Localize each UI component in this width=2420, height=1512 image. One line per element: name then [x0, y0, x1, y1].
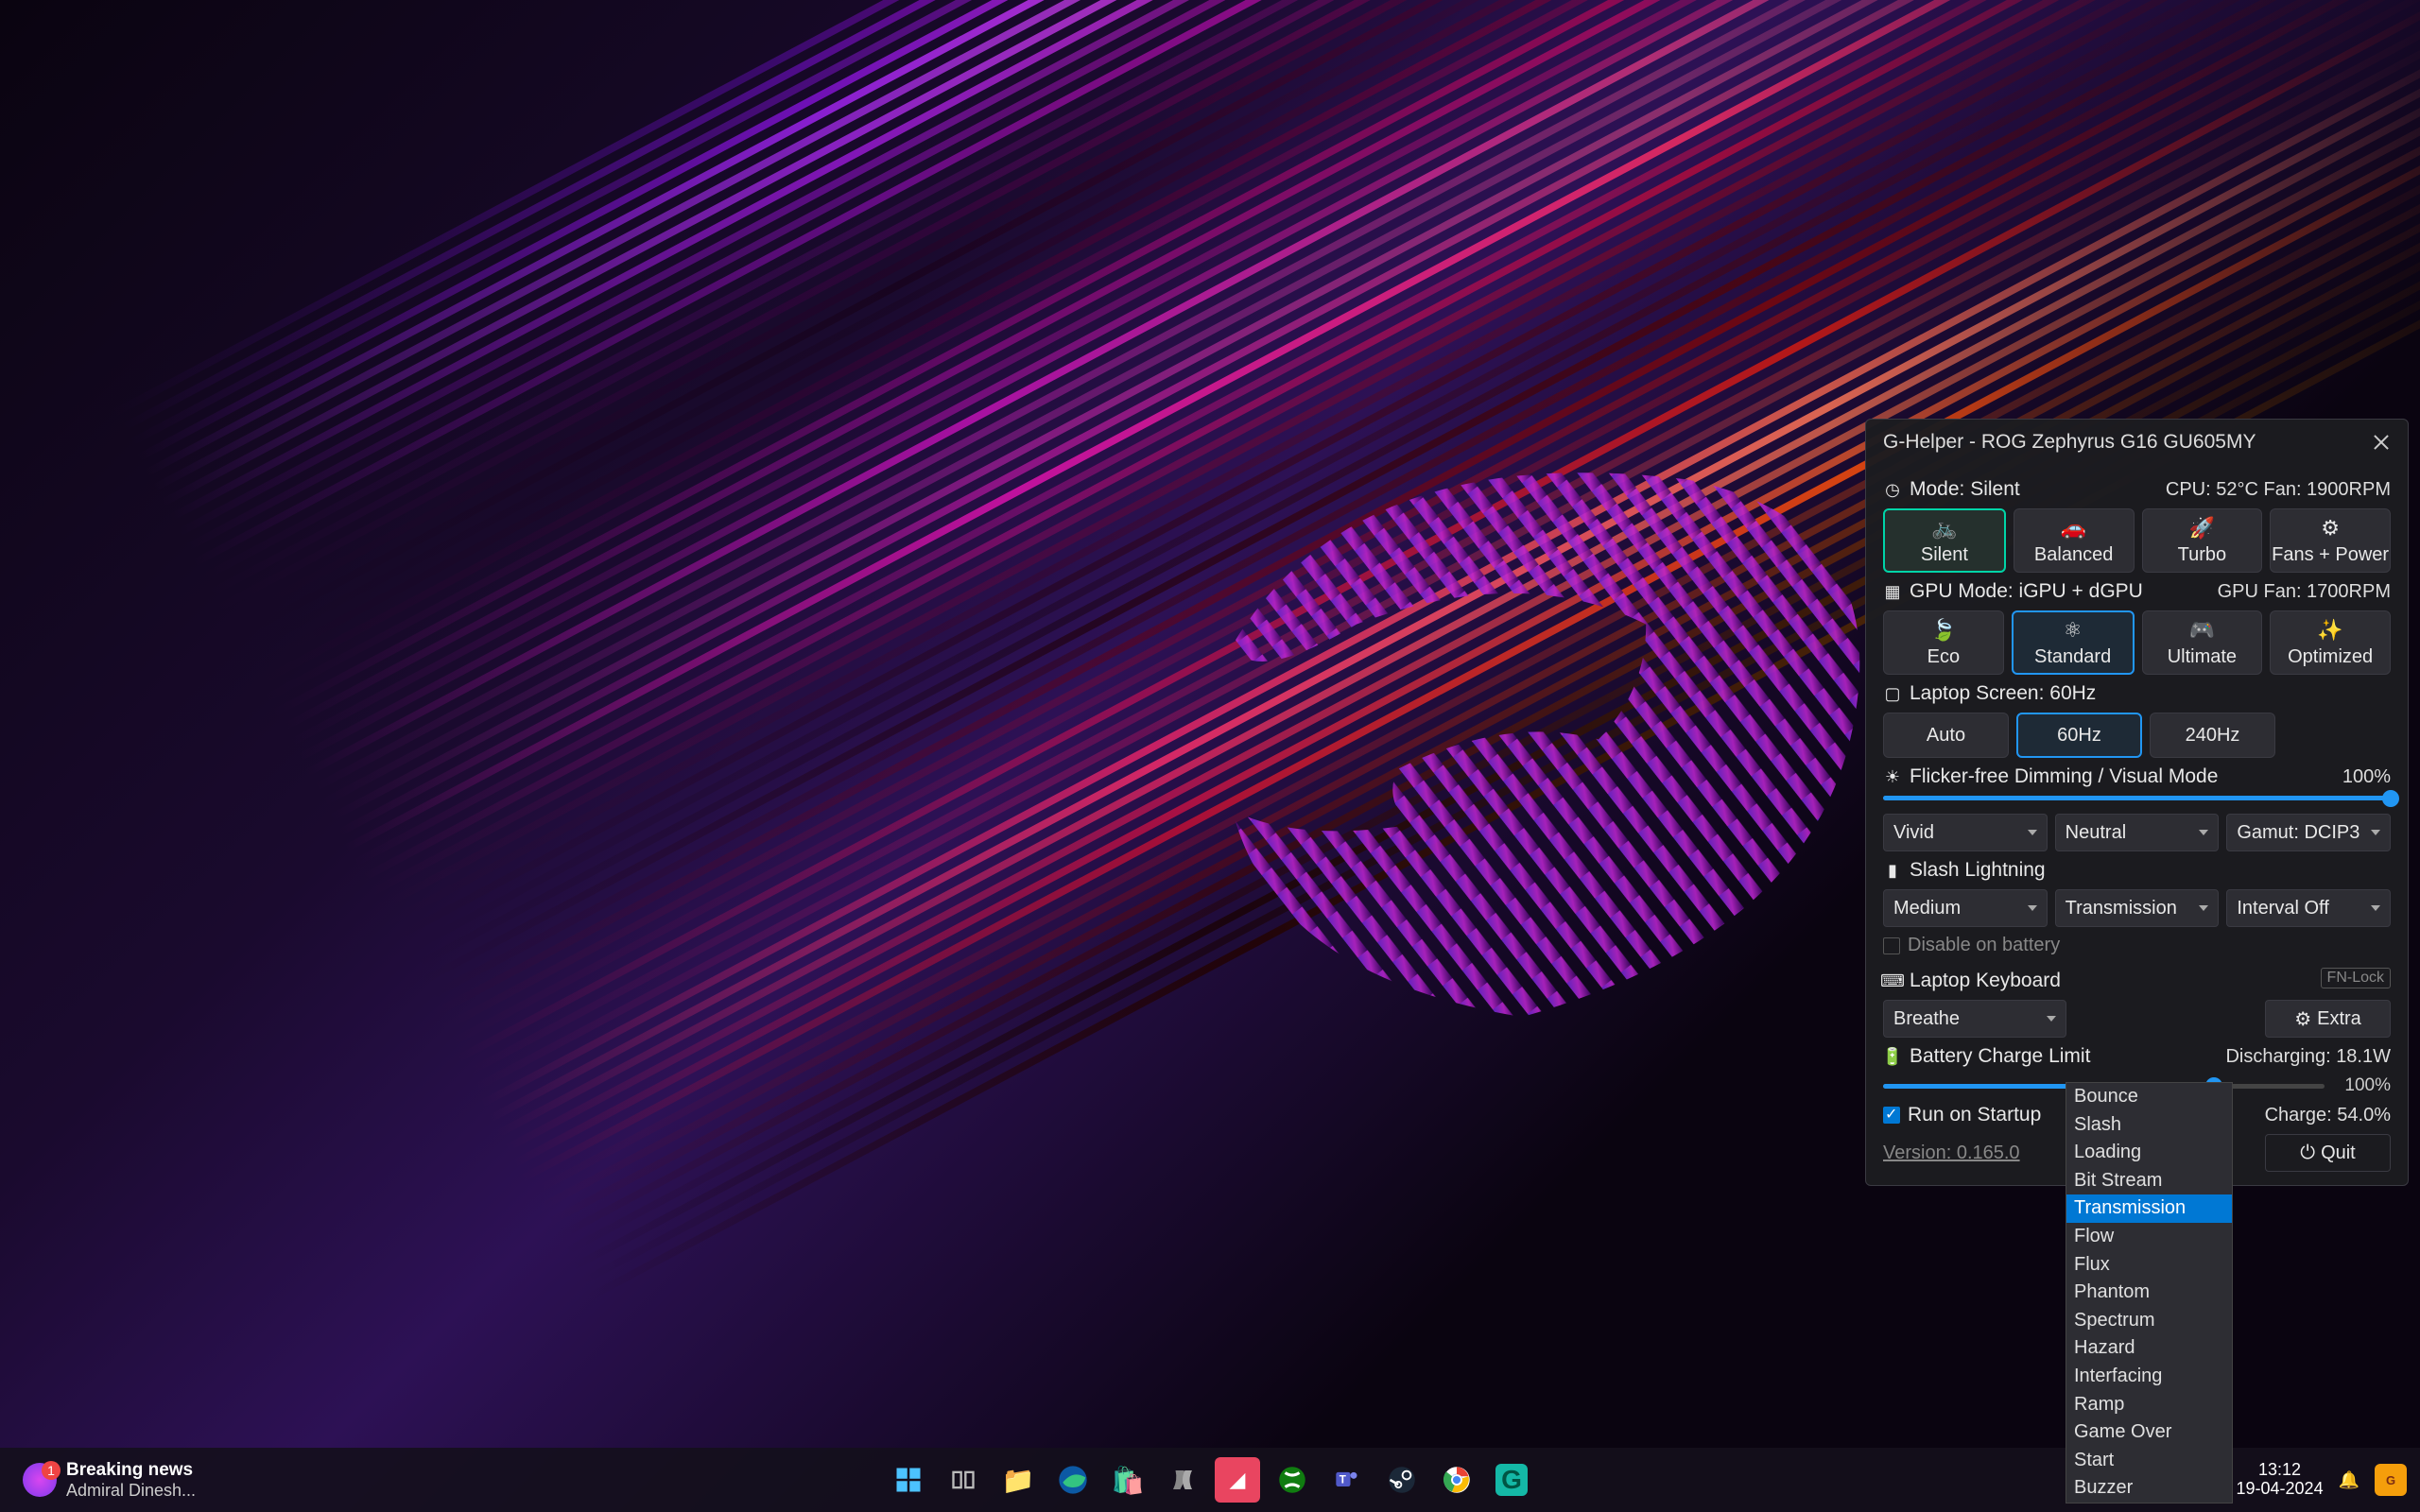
flicker-pct: 100% — [2342, 766, 2391, 788]
dd-item-flow[interactable]: Flow — [2066, 1223, 2232, 1251]
xbox-icon[interactable] — [1270, 1457, 1315, 1503]
slash-label: Slash Lightning — [1910, 859, 2046, 882]
copilot-icon[interactable] — [1160, 1457, 1205, 1503]
dd-item-ramp[interactable]: Ramp — [2066, 1391, 2232, 1419]
dd-item-bit-stream[interactable]: Bit Stream — [2066, 1167, 2232, 1195]
battery-limit-text: 100% — [2334, 1075, 2391, 1096]
gpu-stat: GPU Fan: 1700RPM — [2218, 581, 2391, 603]
startup-label: Run on Startup — [1908, 1104, 2041, 1126]
fans-power-button[interactable]: ⚙Fans + Power — [2270, 508, 2391, 573]
brightness-slider[interactable] — [1883, 796, 2391, 800]
edge-icon[interactable] — [1050, 1457, 1096, 1503]
discharge-stat: Discharging: 18.1W — [2225, 1046, 2391, 1068]
flicker-label: Flicker-free Dimming / Visual Mode — [1910, 765, 2218, 788]
store-icon[interactable]: 🛍️ — [1105, 1457, 1150, 1503]
taskbar: Breaking news Admiral Dinesh... 📁 🛍️ ◢ T… — [0, 1448, 2420, 1512]
lightning-icon: ▮ — [1883, 861, 1902, 880]
dd-item-transmission[interactable]: Transmission — [2066, 1194, 2232, 1223]
gear-icon: ⚙ — [2294, 1007, 2311, 1031]
extra-button[interactable]: ⚙Extra — [2265, 1000, 2391, 1038]
news-headline: Breaking news — [66, 1460, 196, 1481]
keyboard-mode-select[interactable]: Breathe — [1883, 1000, 2066, 1038]
brightness-icon: ☀ — [1883, 767, 1902, 786]
dd-item-hazard[interactable]: Hazard — [2066, 1334, 2232, 1363]
slash-selects: MediumTransmissionInterval Off — [1883, 889, 2391, 927]
monitor-icon: ▢ — [1883, 684, 1902, 703]
dd-item-spectrum[interactable]: Spectrum — [2066, 1307, 2232, 1335]
mode-label: Mode: Silent — [1910, 478, 2020, 501]
medium-select[interactable]: Medium — [1883, 889, 2048, 927]
ghelper-tray-icon[interactable]: G — [2375, 1464, 2407, 1496]
dd-item-slash[interactable]: Slash — [2066, 1111, 2232, 1140]
gauge-icon: ◷ — [1883, 480, 1902, 499]
fnlock-badge[interactable]: FN-Lock — [2321, 968, 2391, 988]
armoury-icon[interactable]: ◢ — [1215, 1457, 1260, 1503]
dd-item-start[interactable]: Start — [2066, 1447, 2232, 1475]
visual-selects: VividNeutralGamut: DCIP3 — [1883, 814, 2391, 851]
startup-checkbox[interactable] — [1883, 1107, 1900, 1124]
interval-off-select[interactable]: Interval Off — [2226, 889, 2391, 927]
gpu-icon: ▦ — [1883, 582, 1902, 601]
quit-button[interactable]: ⏻Quit — [2265, 1134, 2391, 1172]
taskbar-center: 📁 🛍️ ◢ T G — [886, 1457, 1534, 1503]
power-icon: ⏻ — [2300, 1143, 2315, 1164]
standard-button[interactable]: ⚛Standard — [2012, 610, 2135, 675]
mode-buttons: 🚲Silent🚗Balanced🚀Turbo⚙Fans + Power — [1883, 508, 2391, 573]
silent-button[interactable]: 🚲Silent — [1883, 508, 2006, 573]
clock[interactable]: 13:1219-04-2024 — [2237, 1461, 2324, 1499]
task-view-icon[interactable] — [941, 1457, 986, 1503]
battery-label: Battery Charge Limit — [1910, 1045, 2090, 1068]
notification-icon[interactable]: 🔔 — [2339, 1470, 2360, 1490]
transmission-select[interactable]: Transmission — [2055, 889, 2220, 927]
screen-buttons: Auto60Hz240Hz — [1883, 713, 2391, 758]
disable-battery-label: Disable on battery — [1908, 935, 2060, 956]
panel-title: G-Helper - ROG Zephyrus G16 GU605MY — [1883, 431, 2256, 454]
version-link[interactable]: Version: 0.165.0 — [1883, 1143, 2020, 1164]
neutral-select[interactable]: Neutral — [2055, 814, 2220, 851]
ultimate-button[interactable]: 🎮Ultimate — [2142, 610, 2263, 675]
steam-icon[interactable] — [1379, 1457, 1425, 1503]
chrome-icon[interactable] — [1434, 1457, 1479, 1503]
ghelper-panel: G-Helper - ROG Zephyrus G16 GU605MY ◷ Mod… — [1865, 419, 2409, 1186]
cpu-stat: CPU: 52°C Fan: 1900RPM — [2166, 479, 2391, 501]
keyboard-icon: ⌨ — [1883, 971, 1902, 990]
slash-effect-dropdown[interactable]: BounceSlashLoadingBit StreamTransmission… — [2066, 1082, 2233, 1503]
news-icon — [23, 1463, 57, 1497]
auto-button[interactable]: Auto — [1883, 713, 2009, 758]
explorer-icon[interactable]: 📁 — [995, 1457, 1041, 1503]
ghelper-taskbar-icon[interactable]: G — [1489, 1457, 1534, 1503]
dd-item-game-over[interactable]: Game Over — [2066, 1418, 2232, 1447]
gamut-dcip3-select[interactable]: Gamut: DCIP3 — [2226, 814, 2391, 851]
rog-logo — [1097, 397, 1947, 1058]
dd-item-interfacing[interactable]: Interfacing — [2066, 1363, 2232, 1391]
charge-stat: Charge: 54.0% — [2265, 1105, 2391, 1126]
close-button[interactable] — [2372, 433, 2391, 452]
dd-item-buzzer[interactable]: Buzzer — [2066, 1474, 2232, 1503]
vivid-select[interactable]: Vivid — [1883, 814, 2048, 851]
eco-button[interactable]: 🍃Eco — [1883, 610, 2004, 675]
battery-icon: 🔋 — [1883, 1047, 1902, 1066]
dd-item-loading[interactable]: Loading — [2066, 1139, 2232, 1167]
gpu-buttons: 🍃Eco⚛Standard🎮Ultimate✨Optimized — [1883, 610, 2391, 675]
balanced-button[interactable]: 🚗Balanced — [2014, 508, 2135, 573]
dd-item-phantom[interactable]: Phantom — [2066, 1279, 2232, 1307]
news-widget[interactable]: Breaking news Admiral Dinesh... — [23, 1460, 196, 1501]
start-button[interactable] — [886, 1457, 931, 1503]
teams-icon[interactable]: T — [1324, 1457, 1370, 1503]
60hz-button[interactable]: 60Hz — [2016, 713, 2142, 758]
gpu-label: GPU Mode: iGPU + dGPU — [1910, 580, 2143, 603]
svg-text:T: T — [1340, 1474, 1346, 1486]
optimized-button[interactable]: ✨Optimized — [2270, 610, 2391, 675]
dd-item-bounce[interactable]: Bounce — [2066, 1083, 2232, 1111]
screen-label: Laptop Screen: 60Hz — [1910, 682, 2096, 705]
turbo-button[interactable]: 🚀Turbo — [2142, 508, 2263, 573]
disable-battery-checkbox[interactable] — [1883, 937, 1900, 954]
dd-item-flux[interactable]: Flux — [2066, 1251, 2232, 1280]
news-sub: Admiral Dinesh... — [66, 1481, 196, 1501]
keyboard-label: Laptop Keyboard — [1910, 970, 2061, 992]
240hz-button[interactable]: 240Hz — [2150, 713, 2275, 758]
